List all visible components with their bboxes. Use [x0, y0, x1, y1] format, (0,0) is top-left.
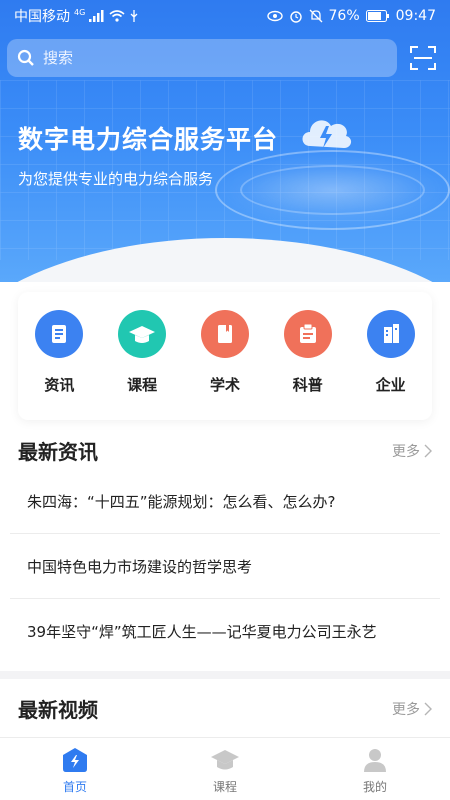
- latest-news-header: 最新资讯 更多: [18, 436, 432, 465]
- news-item[interactable]: 中国特色电力市场建设的哲学思考: [10, 534, 440, 599]
- category-label: 课程: [127, 376, 158, 394]
- carousel-indicator: [200, 253, 271, 266]
- carousel-dot[interactable]: [200, 253, 210, 263]
- chevron-right-icon: [424, 702, 432, 715]
- status-bar: 中国移动 4G 76% 09:47: [0, 0, 450, 32]
- carrier-label: 中国移动: [14, 9, 70, 25]
- category-academic[interactable]: 学术: [190, 310, 260, 420]
- category-label: 科普: [292, 376, 323, 394]
- news-item[interactable]: 朱四海：“十四五”能源规划：怎么看、怎么办?: [10, 469, 440, 534]
- tab-label: 首页: [62, 780, 87, 794]
- banner-title: 数字电力综合服务平台: [18, 125, 279, 154]
- clock: 09:47: [395, 8, 436, 24]
- more-videos-link[interactable]: 更多: [392, 699, 432, 719]
- platform-ring-decoration: [240, 165, 425, 215]
- carousel-dot[interactable]: [263, 258, 271, 266]
- bottom-tab-bar: 首页 课程 我的: [0, 737, 450, 800]
- eye-icon: [266, 10, 283, 22]
- category-course[interactable]: 课程: [107, 310, 177, 420]
- section-title: 最新视频: [18, 698, 98, 722]
- search-icon: [17, 49, 34, 66]
- mute-bell-icon: [309, 9, 322, 23]
- category-news[interactable]: 资讯: [24, 310, 94, 420]
- user-icon: [364, 749, 386, 772]
- news-item[interactable]: 39年坚守“焊”筑工匠人生——记华夏电力公司王永艺: [10, 599, 440, 664]
- signal-icon: [89, 10, 104, 22]
- cloud-bolt-icon: [296, 108, 356, 154]
- more-label: 更多: [392, 701, 420, 718]
- news-list: 朱四海：“十四五”能源规划：怎么看、怎么办? 中国特色电力市场建设的哲学思考 3…: [10, 469, 440, 664]
- tab-label: 课程: [212, 780, 237, 794]
- carousel-dot[interactable]: [242, 253, 252, 263]
- tab-label: 我的: [362, 780, 387, 794]
- graduation-cap-icon: [211, 750, 239, 770]
- more-label: 更多: [392, 443, 420, 460]
- battery-icon: [365, 10, 389, 22]
- tab-profile[interactable]: 我的: [300, 738, 450, 800]
- category-label: 学术: [209, 376, 240, 394]
- news-doc-icon: [35, 310, 84, 358]
- graduation-cap-icon: [118, 310, 167, 358]
- wifi-icon: [109, 10, 125, 22]
- category-science[interactable]: 科普: [273, 310, 343, 420]
- scan-qr-icon[interactable]: [409, 44, 437, 72]
- banner-subtitle: 为您提供专业的电力综合服务: [18, 170, 214, 188]
- building-icon: [366, 310, 415, 358]
- latest-videos-header: 最新视频 更多: [18, 694, 432, 723]
- search-input[interactable]: [43, 49, 363, 67]
- tab-home[interactable]: 首页: [0, 738, 150, 800]
- section-title: 最新资讯: [18, 440, 98, 464]
- category-label: 企业: [375, 376, 406, 394]
- chevron-right-icon: [424, 444, 432, 457]
- more-news-link[interactable]: 更多: [392, 441, 432, 461]
- category-enterprise[interactable]: 企业: [356, 310, 426, 420]
- search-bar[interactable]: [7, 39, 397, 77]
- section-divider: [0, 671, 450, 679]
- usb-icon: [130, 10, 138, 22]
- battery-percent: 76%: [328, 8, 360, 24]
- carousel-dot[interactable]: [221, 253, 231, 263]
- network-type: 4G: [74, 7, 86, 17]
- tab-course[interactable]: 课程: [150, 738, 300, 800]
- book-icon: [200, 310, 249, 358]
- home-bolt-icon: [63, 748, 87, 772]
- clipboard-icon: [283, 310, 332, 358]
- category-label: 资讯: [44, 376, 75, 394]
- category-grid: 资讯 课程 学术 科普 企业: [18, 292, 432, 420]
- alarm-icon: [289, 11, 302, 23]
